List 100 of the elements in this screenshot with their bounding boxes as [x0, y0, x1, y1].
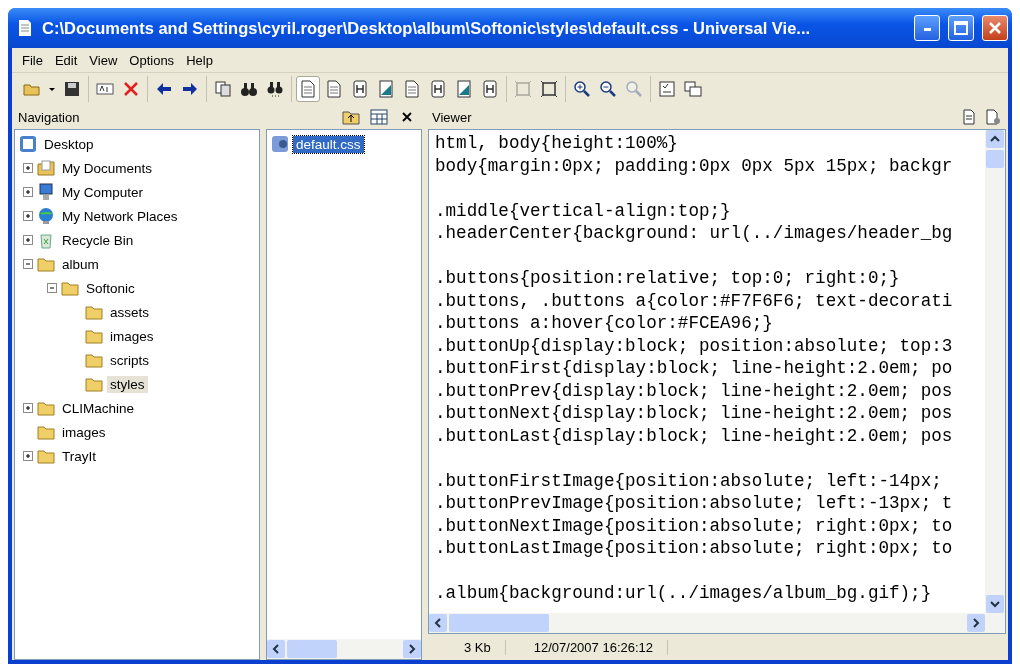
expand-box[interactable]	[23, 211, 33, 221]
scroll-left-button[interactable]	[267, 640, 285, 658]
scroll-right-button[interactable]	[403, 640, 421, 658]
code-line: body{margin:0px; padding:0px 0px 5px 15px; backgr	[435, 154, 954, 177]
tree-item[interactable]: TrayIt	[59, 447, 99, 465]
binoculars-icon	[266, 80, 284, 98]
code-line: .buttonNext{display:block; line-height:2.0em; pos	[435, 402, 954, 425]
code-line: .buttonPrev{display:block; line-height:2.0em; pos	[435, 379, 954, 402]
code-line: .buttons, .buttons a{color:#F7F6F6; text-decorati	[435, 289, 954, 312]
folder-icon	[85, 375, 103, 393]
folder-icon	[85, 327, 103, 345]
tree-item[interactable]: styles	[107, 375, 148, 393]
scroll-up-button[interactable]	[986, 130, 1004, 148]
network-globe-icon	[37, 207, 55, 225]
menu-item[interactable]: View	[83, 52, 124, 68]
code-line: .buttonLast{display:block; line-height:2.0em; pos	[435, 424, 954, 447]
close-button[interactable]	[982, 15, 1008, 41]
tree-item[interactable]: images	[107, 327, 157, 345]
code-line: .headerCenter{background: url(../images/header_bg	[435, 222, 954, 245]
scroll-right-button[interactable]	[967, 614, 985, 632]
tree-item[interactable]: My Computer	[59, 183, 147, 201]
recycle-bin-icon	[37, 231, 55, 249]
document-icon	[325, 80, 343, 98]
folder-icon	[37, 447, 55, 465]
chevron-down-icon	[990, 600, 1000, 608]
code-line: .buttons{position:relative; top:0; right:0;}	[435, 267, 901, 290]
up-folder-icon	[342, 108, 360, 126]
scrollbar-thumb[interactable]	[986, 150, 1004, 168]
collapse-box[interactable]	[23, 259, 33, 269]
code-line: .buttons a:hover{color:#FCEA96;}	[435, 312, 774, 335]
tree-item[interactable]: Recycle Bin	[59, 231, 137, 249]
chevron-up-icon	[990, 135, 1000, 143]
close-icon	[988, 21, 1002, 35]
tree-item[interactable]: Softonic	[83, 279, 138, 297]
tree-item[interactable]: My Documents	[59, 159, 156, 177]
tree-item[interactable]: Desktop	[41, 135, 97, 153]
file-list-entry[interactable]: default.css	[293, 135, 364, 153]
scrollbar-thumb[interactable]	[449, 614, 549, 632]
expand-box[interactable]	[23, 403, 33, 413]
maximize-button[interactable]	[948, 15, 974, 41]
tree-item[interactable]: CLIMachine	[59, 399, 138, 417]
forward-arrow-icon	[181, 80, 199, 98]
code-line: html, body{height:100%}	[435, 132, 679, 155]
status-text: 12/07/2007 16:26:12	[505, 639, 669, 655]
chevron-right-icon	[408, 644, 416, 654]
scroll-left-button[interactable]	[429, 614, 447, 632]
zoom-out-icon	[599, 80, 617, 98]
text-field-icon	[96, 80, 114, 98]
menu-item[interactable]: Help	[180, 52, 219, 68]
scrollbar-thumb[interactable]	[287, 640, 337, 658]
menu-item[interactable]: File	[16, 52, 49, 68]
pane-title: Navigation	[18, 109, 81, 125]
image-document-icon	[455, 80, 473, 98]
folder-icon	[85, 351, 103, 369]
code-line: .buttonLastImage{position:absolute; right:0px; to	[435, 537, 954, 560]
code-line: .buttonFirstImage{position:absolute; left:-14px;	[435, 469, 943, 492]
code-line: .middle{vertical-align:top;}	[435, 199, 732, 222]
folder-icon	[37, 255, 55, 273]
binoculars-icon	[240, 80, 258, 98]
copy-icon	[214, 80, 232, 98]
collapse-box[interactable]	[47, 283, 57, 293]
code-line: .buttonUp{display:block; position:absolute; top:3	[435, 334, 954, 357]
documents-folder-icon	[37, 159, 55, 177]
chevron-right-icon	[972, 618, 980, 628]
document-icon	[403, 80, 421, 98]
scroll-down-button[interactable]	[986, 595, 1004, 613]
document-icon	[960, 108, 978, 126]
grid-icon	[370, 108, 388, 126]
expand-box[interactable]	[23, 451, 33, 461]
tree-item[interactable]: album	[59, 255, 102, 273]
computer-icon	[37, 183, 55, 201]
chevron-left-icon	[434, 618, 442, 628]
expand-box[interactable]	[23, 187, 33, 197]
minimize-button[interactable]	[914, 15, 940, 41]
menu-item[interactable]: Edit	[48, 52, 84, 68]
image-document-icon	[377, 80, 395, 98]
tree-item[interactable]: My Network Places	[59, 207, 181, 225]
folder-icon	[37, 399, 55, 417]
file-icon	[271, 135, 289, 153]
zoom-in-icon	[573, 80, 591, 98]
windows-icon	[684, 80, 702, 98]
menu-item[interactable]: Options	[123, 52, 181, 68]
window-title: C:\Documents and Settings\cyril.roger\Desktop\album\Softonic\styles\default.css - Universal Vie...	[42, 18, 812, 38]
code-line: .buttonNextImage{position:absolute; right:0px; to	[435, 514, 954, 537]
expand-box[interactable]	[23, 235, 33, 245]
magnifier-icon	[625, 80, 643, 98]
expand-box[interactable]	[23, 163, 33, 173]
tree-item[interactable]: assets	[107, 303, 153, 321]
folder-icon	[37, 423, 55, 441]
maximize-icon	[954, 21, 968, 35]
document-icon	[351, 80, 369, 98]
minimize-icon	[922, 25, 932, 31]
code-line: .buttonFirst{display:block; line-height:2.0em; po	[435, 357, 954, 380]
tree-item[interactable]: scripts	[107, 351, 152, 369]
caret-icon	[49, 87, 55, 91]
document-icon	[16, 19, 34, 37]
tree-item[interactable]: images	[59, 423, 109, 441]
chevron-left-icon	[272, 644, 280, 654]
checklist-icon	[658, 80, 676, 98]
grid-view-button[interactable]	[368, 106, 390, 128]
